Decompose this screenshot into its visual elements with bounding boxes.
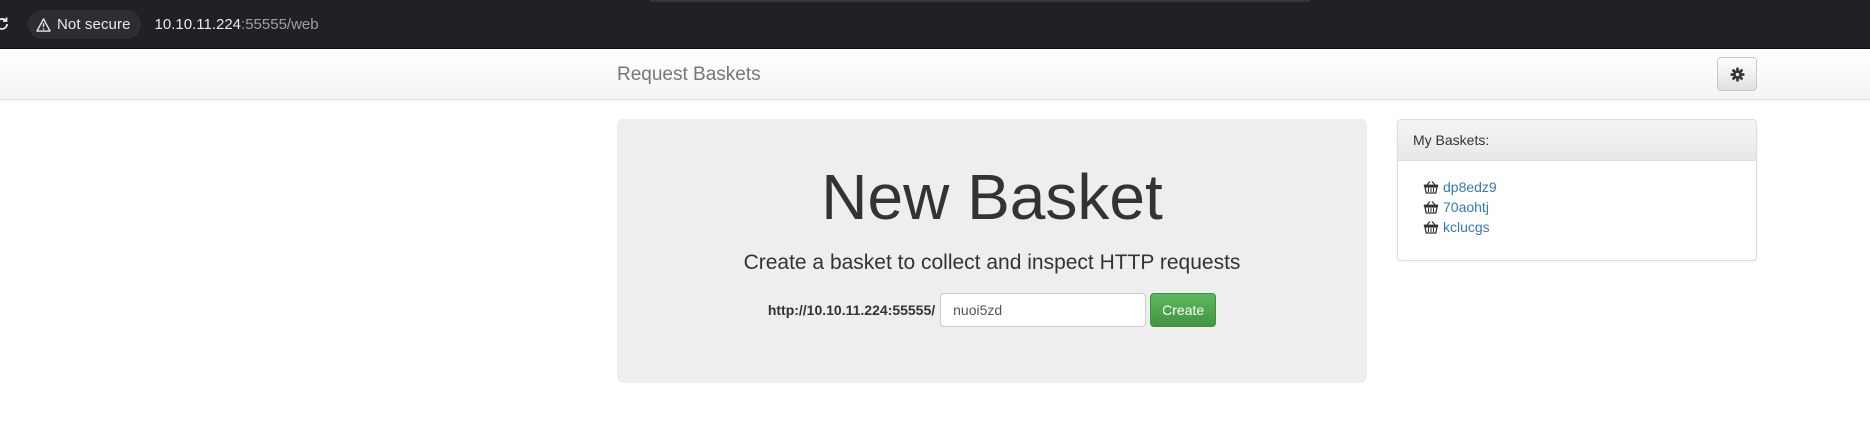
browser-toolbar: Not secure 10.10.11.224:55555/web [0, 0, 1870, 49]
basket-icon [1423, 221, 1439, 234]
url-host: 10.10.11.224 [154, 16, 242, 33]
security-label: Not secure [57, 16, 131, 33]
page-title: New Basket [821, 161, 1163, 233]
basket-list-item[interactable]: dp8edz9 [1423, 177, 1731, 197]
navbar-brand[interactable]: Request Baskets [617, 64, 761, 86]
create-button[interactable]: Create [1150, 293, 1217, 327]
basket-list-item[interactable]: 70aohtj [1423, 197, 1731, 217]
security-indicator[interactable]: Not secure [28, 10, 141, 39]
basket-icon [1423, 201, 1439, 214]
basket-link[interactable]: 70aohtj [1443, 199, 1489, 215]
new-basket-panel: New Basket Create a basket to collect an… [617, 119, 1367, 383]
basket-link[interactable]: dp8edz9 [1443, 179, 1497, 195]
basket-name-input[interactable] [940, 293, 1147, 327]
settings-button[interactable] [1717, 57, 1757, 91]
tab-strip [650, 0, 1310, 2]
gear-icon [1730, 67, 1744, 81]
basket-icon [1423, 181, 1439, 194]
basket-list-item[interactable]: kclucgs [1423, 217, 1731, 237]
create-basket-form: http://10.10.11.224:55555/ Create [617, 293, 1367, 327]
warning-icon [36, 17, 51, 32]
basket-list: dp8edz9 70aohtj kclucgs [1398, 161, 1756, 253]
page-subtitle: Create a basket to collect and inspect H… [743, 251, 1241, 274]
basket-link[interactable]: kclucgs [1443, 219, 1490, 235]
navbar: Request Baskets [0, 49, 1870, 100]
url-text[interactable]: 10.10.11.224:55555/web [155, 16, 319, 33]
url-path: :55555/web [241, 16, 319, 33]
my-baskets-heading: My Baskets: [1398, 120, 1756, 161]
basket-url-prefix: http://10.10.11.224:55555/ [767, 302, 936, 318]
address-bar[interactable]: Not secure 10.10.11.224:55555/web [28, 10, 1228, 39]
reload-icon[interactable] [0, 16, 10, 32]
my-baskets-panel: My Baskets: dp8edz9 70aohtj kclucgs [1397, 119, 1757, 261]
